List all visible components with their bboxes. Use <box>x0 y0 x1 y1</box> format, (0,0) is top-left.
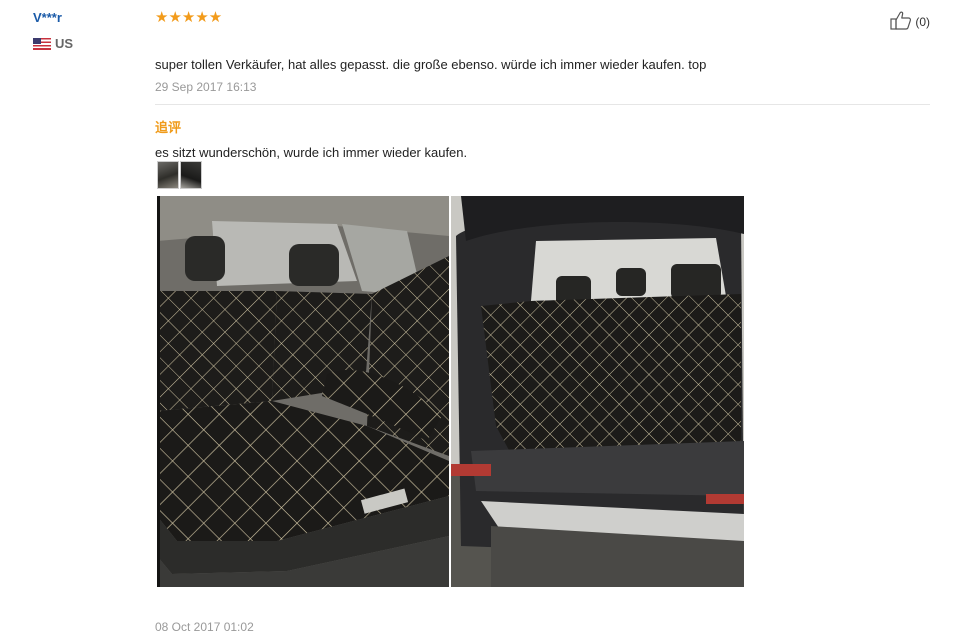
reviewer-country: US <box>33 36 73 51</box>
review-text: super tollen Verkäufer, hat alles gepass… <box>155 57 707 72</box>
photo-thumbnail[interactable] <box>180 161 202 189</box>
review-photo[interactable] <box>157 196 449 587</box>
helpful-count: (0) <box>915 14 930 29</box>
thumbs-up-icon <box>890 10 912 33</box>
followup-date: 08 Oct 2017 01:02 <box>155 620 254 634</box>
photo-thumbnail[interactable] <box>157 161 179 189</box>
review-date: 29 Sep 2017 16:13 <box>155 80 257 94</box>
followup-text: es sitzt wunderschön, wurde ich immer wi… <box>155 145 468 160</box>
review-photo[interactable] <box>451 196 744 587</box>
helpful-button[interactable]: (0) <box>890 10 930 33</box>
divider <box>155 104 930 105</box>
us-flag-icon <box>33 37 51 50</box>
reviewer-name: V***r <box>33 10 62 25</box>
country-code: US <box>55 36 74 51</box>
star-rating: ★★★★★ <box>155 8 223 26</box>
followup-label: 追评 <box>155 121 182 136</box>
